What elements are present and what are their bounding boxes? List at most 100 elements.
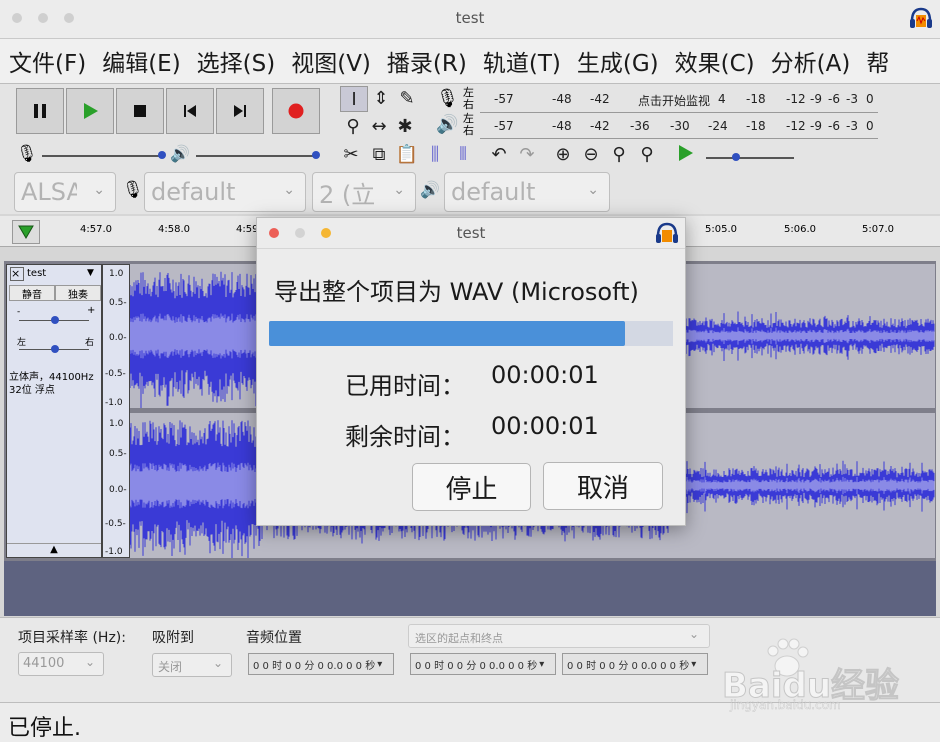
menu-edit[interactable]: 编辑(E) [102, 44, 180, 78]
menu-generate[interactable]: 生成(G) [577, 44, 659, 78]
meter-tick: -42 [590, 92, 610, 106]
trim-button[interactable]: ⫼ [422, 142, 448, 166]
fit-project-button[interactable]: ⚲ [634, 142, 660, 166]
meter-tick: -12 [786, 119, 806, 133]
recording-volume-slider[interactable] [42, 151, 166, 159]
record-meter[interactable]: -57 -48 -42 点击开始监视 4 -18 -12 -9 -6 -3 0 [480, 88, 878, 113]
menu-effect[interactable]: 效果(C) [675, 44, 755, 78]
playback-device-select[interactable]: default ⌄ [444, 172, 610, 212]
selection-tool[interactable]: I [340, 86, 368, 112]
playback-volume-slider[interactable] [196, 151, 320, 159]
menu-tracks[interactable]: 轨道(T) [483, 44, 561, 78]
gain-slider[interactable] [19, 316, 89, 324]
zoom-in-button[interactable]: ⊕ [550, 142, 576, 166]
meter-tick: -30 [670, 119, 690, 133]
track-name-menu[interactable]: test [27, 268, 46, 279]
cut-button[interactable]: ✂ [338, 142, 364, 166]
project-rate-label: 项目采样率 (Hz): [18, 630, 126, 646]
meter-tick: -18 [746, 119, 766, 133]
undo-button[interactable]: ↶ [486, 142, 512, 166]
record-meter-button[interactable]: 🎙 [436, 88, 462, 112]
close-track-button[interactable]: × [10, 267, 24, 281]
pan-slider[interactable] [19, 345, 89, 353]
ibeam-icon: I [351, 88, 357, 110]
zoom-fit-icon: ⚲ [640, 143, 654, 165]
empty-track-space[interactable] [4, 561, 936, 616]
window-title: test [455, 9, 485, 27]
scale-label: -0.5- [105, 519, 126, 529]
speaker-icon: 🔊 [436, 114, 459, 135]
zoom-tool[interactable]: ⚲ [340, 114, 366, 138]
snap-to-value: 关闭 [158, 660, 183, 674]
chevron-down-icon: ⌄ [587, 182, 599, 198]
cancel-button[interactable]: 取消 [543, 462, 663, 510]
collapse-track-button[interactable]: ▲ [7, 543, 101, 558]
audio-host-select[interactable]: ALSA ⌄ [14, 172, 116, 212]
track-control-panel: × test ▼ 静音 独奏 - + 左 右 立体声，44100Hz 32位 浮… [6, 264, 102, 558]
monitor-prompt[interactable]: 点击开始监视 [638, 92, 710, 109]
menu-file[interactable]: 文件(F) [9, 44, 86, 78]
recording-channels-select[interactable]: 2 (立 ⌄ [312, 172, 416, 212]
selection-end-timecode[interactable]: 0 0 时 0 0 分 0 0.0 0 0 秒 ▾ [562, 653, 708, 675]
recording-device-value: default [151, 178, 236, 206]
recording-device-select[interactable]: default ⌄ [144, 172, 306, 212]
fit-selection-button[interactable]: ⚲ [606, 142, 632, 166]
mute-button[interactable]: 静音 [9, 285, 55, 301]
zoom-in-icon: ⊕ [555, 143, 571, 165]
audio-host-value: ALSA [21, 178, 77, 206]
elapsed-time-label: 已用时间： [345, 372, 465, 400]
window-titlebar: test [0, 0, 940, 39]
snap-to-select[interactable]: 关闭 ⌄ [152, 653, 232, 677]
asterisk-icon: ✱ [397, 115, 413, 137]
chevron-down-icon: ⌄ [93, 182, 105, 198]
triangle-down-icon: ▾ [691, 658, 697, 670]
copy-button[interactable]: ⧉ [366, 142, 392, 166]
play-meter[interactable]: -57 -48 -42 -36 -30 -24 -18 -12 -9 -6 -3… [480, 114, 878, 139]
playback-volume-speaker-icon: 🔊 [170, 144, 190, 163]
meter-tick: -3 [846, 119, 858, 133]
menu-help[interactable]: 帮 [866, 44, 889, 78]
envelope-tool[interactable]: ⇕ [368, 86, 394, 110]
remaining-time-label: 剩余时间： [345, 423, 465, 451]
track-sample-format: 32位 浮点 [9, 385, 55, 396]
project-rate-select[interactable]: 44100 ⌄ [18, 652, 104, 676]
audio-position-timecode[interactable]: 0 0 时 0 0 分 0 0.0 0 0 秒 ▾ [248, 653, 394, 675]
snap-to-label: 吸附到 [152, 630, 194, 646]
menu-transport[interactable]: 播录(R) [387, 44, 467, 78]
project-rate-value: 44100 [23, 656, 65, 671]
play-meter-button[interactable]: 🔊 [436, 114, 462, 138]
pinned-play-head-button[interactable] [12, 220, 40, 244]
draw-tool[interactable]: ✎ [394, 86, 420, 110]
stop-button[interactable] [116, 88, 164, 134]
gain-minus-label: - [17, 307, 21, 317]
zoom-out-icon: ⊖ [583, 143, 599, 165]
menu-select[interactable]: 选择(S) [197, 44, 276, 78]
skip-start-button[interactable] [166, 88, 214, 134]
menu-view[interactable]: 视图(V) [291, 44, 371, 78]
play-speed-slider[interactable] [706, 153, 794, 161]
export-progress-dialog: test 导出整个项目为 WAV (Microsoft) 已用时间： 00:00… [256, 217, 686, 526]
meter-tick: -9 [810, 92, 822, 106]
silence-button[interactable]: ⫴ [450, 142, 476, 166]
timeshift-tool[interactable]: ↔ [366, 114, 392, 138]
zoom-out-button[interactable]: ⊖ [578, 142, 604, 166]
play-button[interactable] [66, 88, 114, 134]
paste-button[interactable]: 📋 [394, 142, 420, 166]
skip-end-button[interactable] [216, 88, 264, 134]
solo-button[interactable]: 独奏 [55, 285, 101, 301]
dialog-titlebar: test [257, 218, 685, 249]
redo-button[interactable]: ↷ [514, 142, 540, 166]
pause-button[interactable] [16, 88, 64, 134]
selection-start-timecode[interactable]: 0 0 时 0 0 分 0 0.0 0 0 秒 ▾ [410, 653, 556, 675]
trim-audio-icon: ⫼ [430, 143, 440, 165]
play-at-speed-button[interactable] [676, 144, 694, 166]
record-button[interactable] [272, 88, 320, 134]
stop-button[interactable]: 停止 [412, 463, 531, 511]
menu-analyze[interactable]: 分析(A) [771, 44, 851, 78]
elapsed-time-value: 00:00:01 [491, 361, 599, 389]
microphone-icon: 🎙 [436, 88, 459, 109]
selection-mode-select[interactable]: 选区的起点和终点 ⌄ [408, 624, 710, 648]
multi-tool[interactable]: ✱ [392, 114, 418, 138]
close-icon: × [11, 267, 21, 280]
vertical-ruler[interactable]: 1.0 0.5- 0.0- -0.5- -1.0 1.0 0.5- 0.0- -… [102, 264, 130, 558]
